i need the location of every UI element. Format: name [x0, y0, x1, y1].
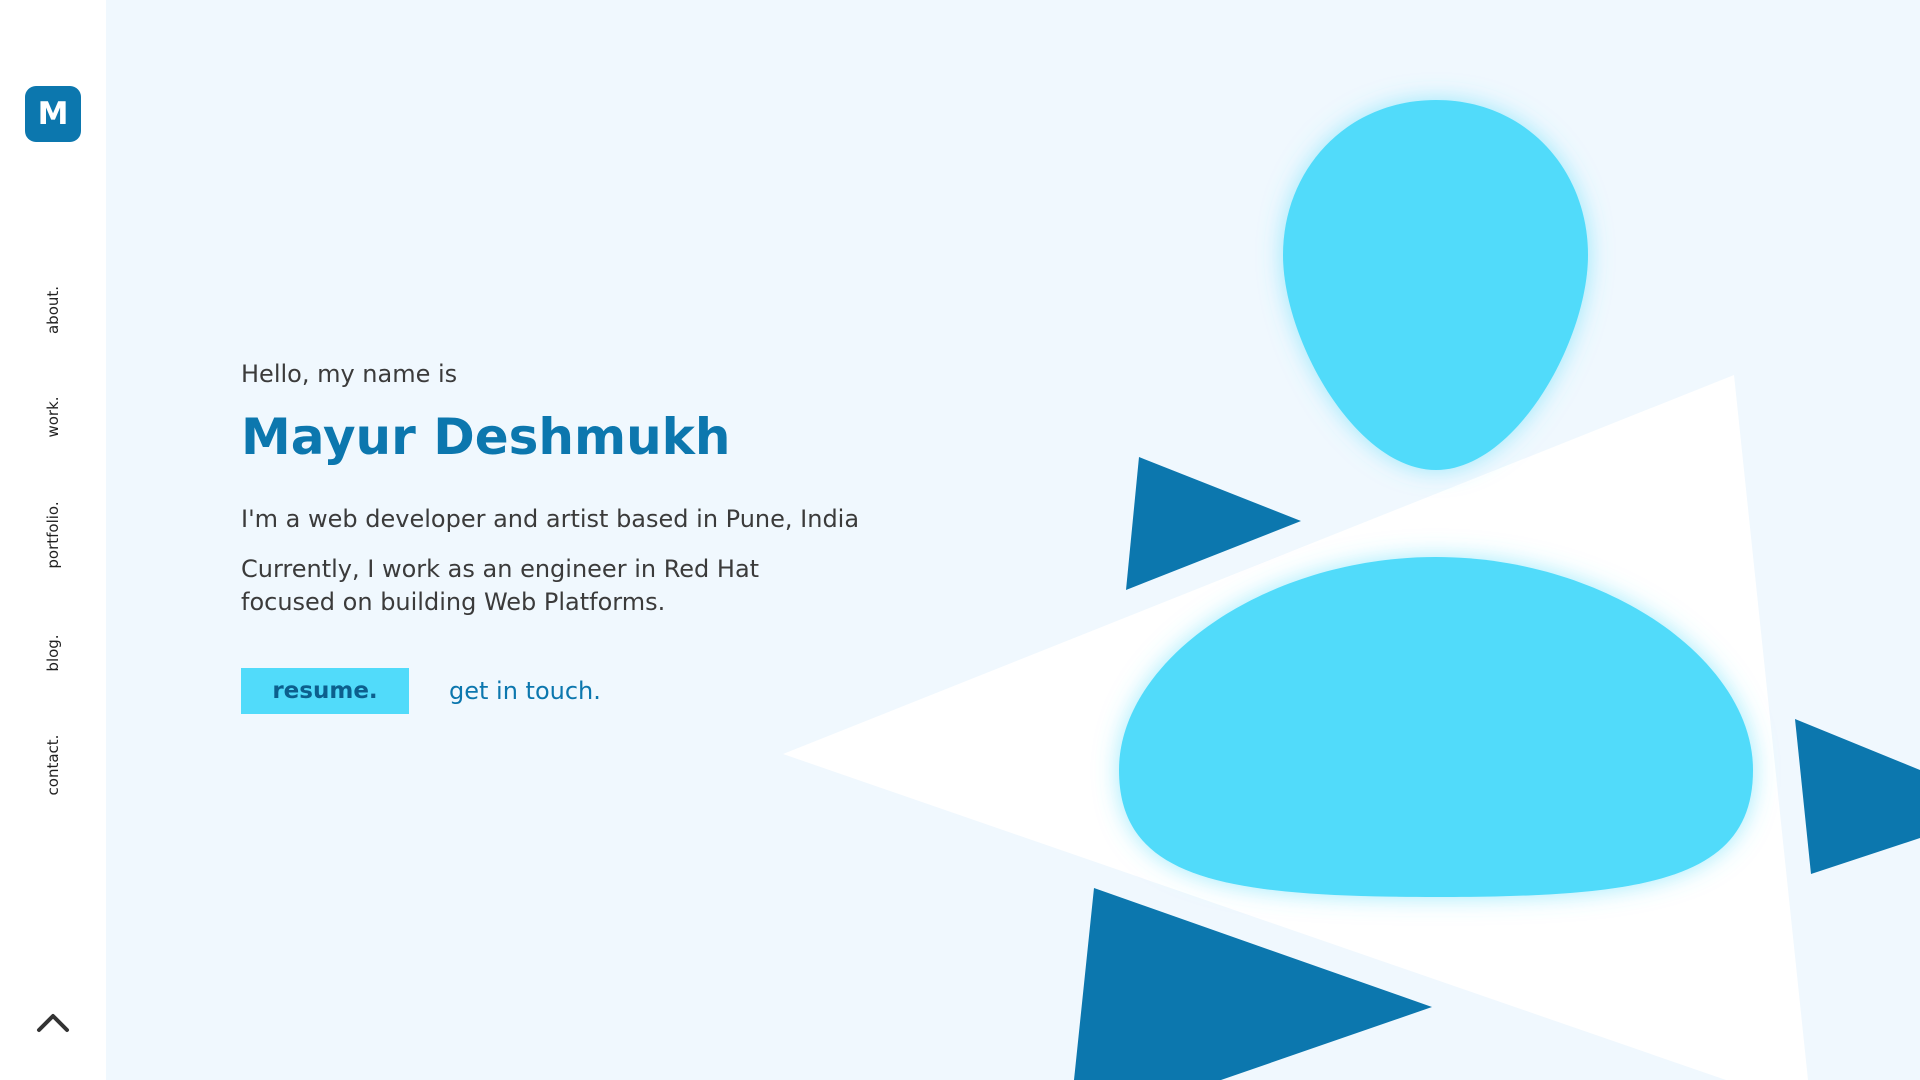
- get-in-touch-link[interactable]: get in touch.: [449, 677, 601, 705]
- nav-work[interactable]: work.: [44, 396, 62, 437]
- sidebar: M about. work. portfolio. blog. contact.: [0, 0, 106, 1080]
- nav-blog[interactable]: blog.: [44, 634, 62, 671]
- blue-triangle-right: [1795, 719, 1920, 874]
- logo-letter: M: [37, 96, 69, 132]
- page-title: Mayur Deshmukh: [241, 408, 731, 466]
- logo[interactable]: M: [25, 86, 81, 142]
- nav-portfolio[interactable]: portfolio.: [44, 501, 62, 568]
- resume-button[interactable]: resume.: [241, 668, 409, 715]
- bio-text: I'm a web developer and artist based in …: [241, 505, 860, 533]
- intro: Hello, my name is Mayur Deshmukh I'm a w…: [241, 360, 941, 715]
- nav-about[interactable]: about.: [44, 286, 62, 334]
- greeting-text: Hello, my name is: [241, 360, 458, 388]
- hero-actions: resume. get in touch.: [241, 668, 941, 715]
- bio-work-text: Currently, I work as an engineer in Red …: [241, 555, 760, 616]
- nav-contact[interactable]: contact.: [44, 735, 62, 796]
- person-head-shape: [1283, 100, 1588, 470]
- hero-section: Hello, my name is Mayur Deshmukh I'm a w…: [106, 0, 1920, 1080]
- chevron-up-icon: [37, 1014, 69, 1032]
- scroll-top-button[interactable]: [36, 1010, 70, 1034]
